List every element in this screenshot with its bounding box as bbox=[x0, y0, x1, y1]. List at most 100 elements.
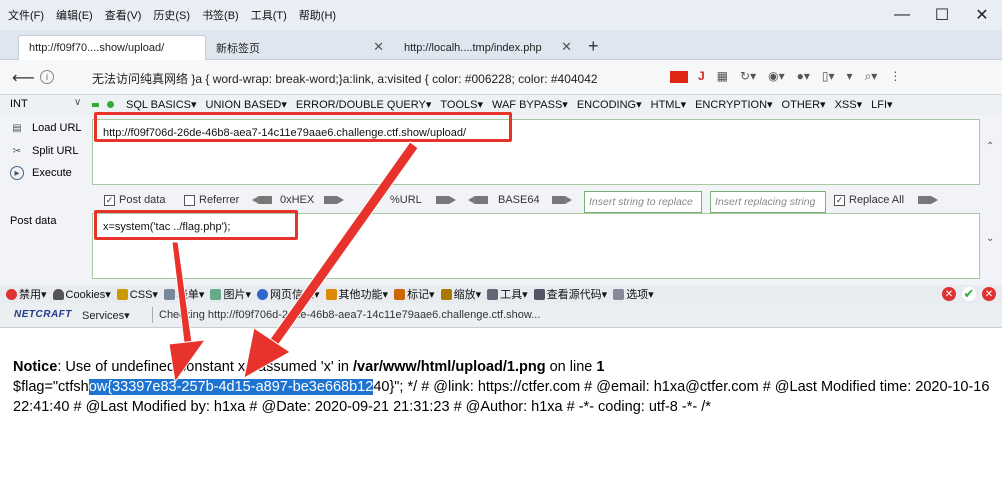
extension-icon[interactable]: ◉▾ bbox=[768, 69, 785, 84]
minimize-icon[interactable]: — bbox=[882, 0, 922, 30]
check-icon[interactable]: ✔ bbox=[962, 286, 976, 301]
options-menu[interactable]: 选项▾ bbox=[613, 286, 654, 302]
replacing-string-input[interactable]: Insert replacing string bbox=[710, 191, 826, 213]
base64-button[interactable]: BASE64 bbox=[468, 194, 572, 206]
chevron-down-icon[interactable]: ∨ bbox=[74, 97, 81, 108]
options-icon bbox=[613, 288, 625, 300]
menu-html[interactable]: HTML▾ bbox=[651, 98, 686, 111]
tab-bar: http://f09f70....show/upload/ 新标签页 ✕ htt… bbox=[0, 30, 1002, 60]
more-icon[interactable]: ⋮ bbox=[889, 69, 901, 84]
load-url-button[interactable]: ▤ Load URL bbox=[10, 121, 82, 135]
menu-encoding[interactable]: ENCODING▾ bbox=[577, 98, 642, 111]
menu-xss[interactable]: XSS▾ bbox=[835, 98, 863, 111]
js-icon[interactable]: J bbox=[698, 69, 705, 84]
replace-all-checkbox[interactable]: ✓ Replace All bbox=[834, 194, 938, 206]
split-url-label: Split URL bbox=[32, 145, 79, 157]
page-icon[interactable]: ▯▾ bbox=[822, 69, 835, 84]
tab-new[interactable]: 新标签页 ✕ bbox=[206, 35, 392, 60]
dropdown-icon[interactable]: ▾ bbox=[847, 69, 853, 84]
type-select[interactable]: INT bbox=[10, 98, 28, 110]
tab-upload[interactable]: http://f09f70....show/upload/ bbox=[18, 35, 206, 60]
close-icon[interactable]: ✕ bbox=[561, 39, 572, 55]
scroll-icon[interactable]: ⌃ bbox=[986, 141, 994, 152]
netcraft-toolbar: NETCRAFT Services▾ Checking http://f09f7… bbox=[0, 303, 1002, 328]
grid-icon[interactable]: ▦ bbox=[717, 69, 728, 84]
window-controls: — ☐ ✕ bbox=[882, 0, 1002, 30]
forms-menu[interactable]: 表单▾ bbox=[163, 286, 204, 302]
css-menu[interactable]: CSS▾ bbox=[116, 288, 158, 301]
hackbar-menus: SQL BASICS▾ UNION BASED▾ ERROR/DOUBLE QU… bbox=[126, 98, 893, 111]
resize-menu[interactable]: 缩放▾ bbox=[440, 286, 481, 302]
info-icon[interactable]: i bbox=[40, 70, 54, 84]
menu-waf-bypass[interactable]: WAF BYPASS▾ bbox=[492, 98, 568, 111]
menu-bookmarks[interactable]: 书签(B) bbox=[202, 7, 239, 23]
menu-help[interactable]: 帮助(H) bbox=[299, 7, 336, 23]
close-icon[interactable]: ✕ bbox=[373, 39, 384, 55]
post-data-checkbox[interactable]: ✓ Post data bbox=[104, 194, 165, 206]
execute-button[interactable]: ▸ Execute bbox=[10, 166, 72, 180]
back-icon[interactable]: ⟵ bbox=[12, 68, 35, 88]
tab-localhost[interactable]: http://localh....tmp/index.php ✕ bbox=[394, 35, 580, 60]
menu-sql-basics[interactable]: SQL BASICS▾ bbox=[126, 98, 197, 111]
dot-icon[interactable] bbox=[107, 101, 114, 108]
close-window-icon[interactable]: ✕ bbox=[962, 0, 1002, 30]
tools-menu[interactable]: 工具▾ bbox=[487, 286, 528, 302]
close-icon[interactable]: ✕ bbox=[982, 287, 996, 301]
insert-string-input[interactable]: Insert string to replace bbox=[584, 191, 702, 213]
info-icon bbox=[257, 288, 268, 300]
images-menu[interactable]: 图片▾ bbox=[210, 286, 251, 302]
url-textarea[interactable]: http://f09f706d-26de-46b8-aea7-14c11e79a… bbox=[92, 119, 980, 185]
menu-other[interactable]: OTHER▾ bbox=[782, 98, 826, 111]
menu-edit[interactable]: 编辑(E) bbox=[56, 7, 93, 23]
cookies-menu[interactable]: Cookies▾ bbox=[52, 288, 111, 301]
menu-history[interactable]: 历史(S) bbox=[153, 7, 190, 23]
notice-label: Notice bbox=[13, 359, 58, 375]
minus-icon[interactable] bbox=[92, 103, 99, 107]
tab-label: http://localh....tmp/index.php bbox=[404, 41, 542, 54]
post-data-label: Post data bbox=[119, 194, 166, 206]
menu-view[interactable]: 查看(V) bbox=[105, 7, 142, 23]
outline-menu[interactable]: 标记▾ bbox=[394, 286, 435, 302]
hex-button[interactable]: 0xHEX bbox=[252, 194, 344, 206]
menu-file[interactable]: 文件(F) bbox=[8, 7, 44, 23]
search-icon[interactable]: ⌕▾ bbox=[865, 69, 878, 84]
menu-tools[interactable]: TOOLS▾ bbox=[440, 98, 483, 111]
arrow-left-icon bbox=[252, 196, 272, 204]
new-tab-icon[interactable]: + bbox=[588, 36, 599, 57]
error-icon[interactable]: ✕ bbox=[942, 287, 956, 301]
refresh-icon[interactable]: ↻▾ bbox=[740, 69, 756, 84]
menu-lfi[interactable]: LFI▾ bbox=[871, 98, 892, 111]
load-icon: ▤ bbox=[12, 122, 22, 134]
form-icon bbox=[163, 288, 175, 300]
base64-label: BASE64 bbox=[498, 194, 540, 206]
menu-tools[interactable]: 工具(T) bbox=[251, 7, 287, 23]
view-source-menu[interactable]: 查看源代码▾ bbox=[533, 286, 607, 302]
menu-encryption[interactable]: ENCRYPTION▾ bbox=[695, 98, 772, 111]
hackbar-toolbar: INT ∨ SQL BASICS▾ UNION BASED▾ ERROR/DOU… bbox=[0, 95, 1002, 115]
notice-line-number: 1 bbox=[596, 359, 605, 375]
address-text[interactable]: 无法访问纯真网络 }a { word-wrap: break-word;}a:l… bbox=[92, 70, 650, 87]
load-url-label: Load URL bbox=[32, 122, 82, 134]
split-url-button[interactable]: ✂ Split URL bbox=[10, 144, 79, 158]
services-menu[interactable]: Services▾ bbox=[82, 309, 130, 322]
misc-menu[interactable]: 其他功能▾ bbox=[325, 286, 388, 302]
menu-union-based[interactable]: UNION BASED▾ bbox=[206, 98, 287, 111]
replace-all-label: Replace All bbox=[849, 194, 905, 206]
menu-error-double-query[interactable]: ERROR/DOUBLE QUERY▾ bbox=[296, 98, 432, 111]
notice-line: Notice: Use of undefined constant x - as… bbox=[13, 357, 998, 377]
split-icon: ✂ bbox=[12, 145, 22, 157]
flag-selected-text[interactable]: ow{33397e83-257b-4d15-a897-be3e668b12 bbox=[88, 379, 374, 395]
disable-menu[interactable]: 禁用▾ bbox=[6, 286, 47, 302]
page-info-menu[interactable]: 网页信息▾ bbox=[257, 286, 320, 302]
referrer-checkbox[interactable]: Referrer bbox=[184, 194, 239, 206]
url-encode-button[interactable]: %URL bbox=[390, 194, 456, 206]
maximize-icon[interactable]: ☐ bbox=[922, 0, 962, 30]
arrow-right-icon bbox=[324, 196, 344, 204]
globe-icon[interactable]: ●▾ bbox=[797, 69, 810, 84]
post-data-side-label: Post data bbox=[10, 215, 57, 227]
url-encode-label: %URL bbox=[390, 194, 422, 206]
post-data-textarea[interactable]: x=system('tac ../flag.php'); bbox=[92, 213, 980, 279]
resize-icon bbox=[440, 288, 452, 300]
scroll-icon[interactable]: ⌄ bbox=[986, 233, 994, 244]
netcraft-logo[interactable]: NETCRAFT bbox=[14, 309, 72, 320]
